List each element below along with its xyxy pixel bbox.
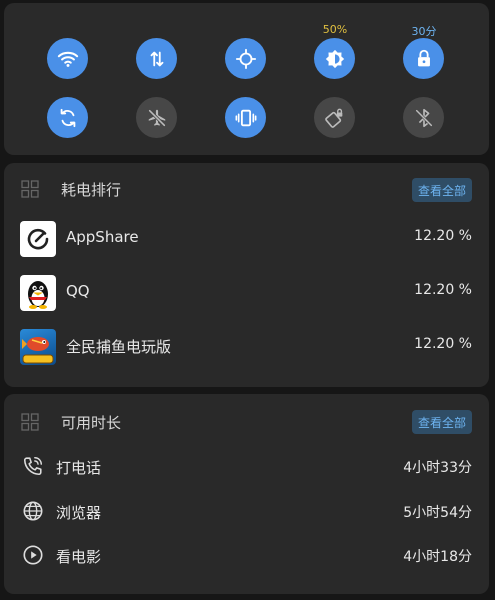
app-name: QQ [66, 282, 90, 300]
usage-time: 5小时54分 [403, 505, 472, 521]
sync-icon [60, 108, 75, 127]
screen-lock-toggle[interactable] [403, 38, 444, 79]
app-percent: 12.20 % [414, 228, 472, 244]
airplane-toggle[interactable] [136, 97, 177, 138]
vibrate-toggle[interactable] [225, 97, 266, 138]
bluetooth-toggle[interactable] [403, 97, 444, 138]
usage-time-title: 可用时长 [61, 414, 122, 432]
globe-icon [23, 501, 43, 521]
battery-ranking-title: 耗电排行 [61, 181, 122, 199]
usage-name: 浏览器 [56, 504, 102, 522]
battery-ranking-card: 耗电排行 查看全部 AppShare 12.20 % QQ 12.20 % 全民… [4, 163, 489, 387]
usage-time: 4小时33分 [403, 460, 472, 476]
usage-row: 看电影 4小时18分 [4, 540, 489, 570]
lock-icon [417, 49, 430, 66]
wifi-toggle[interactable] [47, 38, 88, 79]
brightness-toggle[interactable] [314, 38, 355, 79]
usage-time: 4小时18分 [403, 549, 472, 565]
airplane-off-icon [148, 109, 165, 126]
sync-toggle[interactable] [47, 97, 88, 138]
usage-see-all-button[interactable]: 查看全部 [412, 410, 472, 434]
battery-app-row[interactable]: 全民捕鱼电玩版 12.20 % [4, 326, 489, 366]
usage-name: 看电影 [56, 548, 102, 566]
app-percent: 12.20 % [414, 336, 472, 352]
screen-lock-time-label: 30分 [411, 25, 437, 38]
fishing-game-icon [20, 329, 56, 365]
brightness-icon [325, 49, 344, 68]
wifi-icon [57, 51, 78, 67]
grid-icon [21, 180, 39, 198]
location-icon [235, 48, 256, 69]
usage-row: 打电话 4小时33分 [4, 451, 489, 481]
data-arrows-icon [150, 51, 163, 66]
usage-time-card: 可用时长 查看全部 打电话 4小时33分 浏览器 5小时54分 看电影 4小时1… [4, 394, 489, 594]
quick-settings-panel: 50% 30分 [4, 3, 489, 155]
appshare-icon [20, 221, 56, 257]
location-toggle[interactable] [225, 38, 266, 79]
app-percent: 12.20 % [414, 282, 472, 298]
mobile-data-toggle[interactable] [136, 38, 177, 79]
usage-row: 浏览器 5小时54分 [4, 496, 489, 526]
usage-name: 打电话 [56, 459, 102, 477]
brightness-level-label: 50% [322, 23, 348, 36]
battery-see-all-button[interactable]: 查看全部 [412, 178, 472, 202]
app-name: 全民捕鱼电玩版 [66, 338, 172, 356]
auto-rotate-toggle[interactable] [314, 97, 355, 138]
battery-app-row[interactable]: QQ 12.20 % [4, 272, 489, 312]
app-name: AppShare [66, 228, 139, 246]
rotate-lock-icon [324, 108, 342, 128]
phone-icon [23, 457, 42, 476]
qq-penguin-icon [20, 275, 56, 311]
play-icon [23, 545, 43, 565]
vibrate-icon [235, 109, 256, 126]
bluetooth-off-icon [415, 108, 432, 127]
battery-app-row[interactable]: AppShare 12.20 % [4, 218, 489, 258]
grid-icon [21, 413, 39, 431]
